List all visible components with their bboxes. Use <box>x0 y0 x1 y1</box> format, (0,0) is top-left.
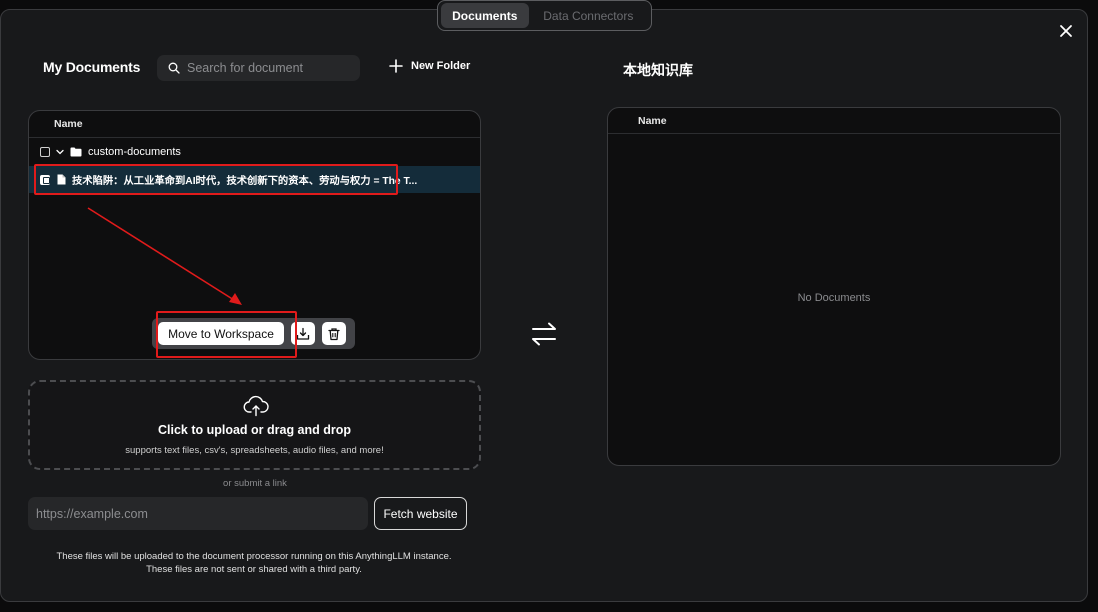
link-url-input[interactable] <box>28 497 368 530</box>
search-box[interactable] <box>157 55 360 81</box>
workspace-title: 本地知识库 <box>623 62 693 78</box>
move-to-workspace-button[interactable]: Move to Workspace <box>158 322 284 345</box>
upload-subtitle: supports text files, csv's, spreadsheets… <box>125 445 384 456</box>
workspace-documents-panel: Name No Documents <box>607 107 1061 466</box>
file-name: 技术陷阱：从工业革命到AI时代，技术创新下的资本、劳动与权力 = The T..… <box>72 176 418 187</box>
tab-data-connectors[interactable]: Data Connectors <box>529 3 648 28</box>
upload-title: Click to upload or drag and drop <box>157 423 352 437</box>
my-documents-title: My Documents <box>43 59 141 75</box>
selection-action-bar: Move to Workspace <box>152 318 355 349</box>
close-icon[interactable] <box>1056 21 1076 41</box>
new-folder-label: New Folder <box>411 60 471 72</box>
folder-icon <box>70 147 82 156</box>
name-column-header: Name <box>29 111 480 138</box>
new-folder-button[interactable]: New Folder <box>389 59 470 73</box>
tab-documents[interactable]: Documents <box>441 3 529 28</box>
file-checkbox[interactable] <box>40 174 50 185</box>
chevron-down-icon[interactable] <box>55 147 65 157</box>
download-button[interactable] <box>291 322 315 345</box>
file-row[interactable]: 技术陷阱：从工业革命到AI时代，技术创新下的资本、劳动与权力 = The T..… <box>29 166 480 193</box>
plus-icon <box>389 59 403 73</box>
delete-button[interactable] <box>322 322 346 345</box>
folder-row[interactable]: custom-documents <box>29 138 480 165</box>
privacy-notice: These files will be uploaded to the docu… <box>0 550 508 576</box>
trash-icon <box>328 327 340 340</box>
folder-checkbox[interactable] <box>40 146 50 157</box>
fetch-website-button[interactable]: Fetch website <box>374 497 467 530</box>
cloud-upload-icon <box>243 395 269 417</box>
no-documents-text: No Documents <box>797 292 871 304</box>
workspace-name-column-header: Name <box>608 108 1060 134</box>
download-icon <box>296 327 310 340</box>
search-input[interactable] <box>187 61 347 75</box>
folder-name: custom-documents <box>88 145 181 158</box>
tab-bar: Documents Data Connectors <box>437 0 652 31</box>
swap-arrows-icon <box>532 322 556 346</box>
privacy-notice-line-2: These files are not sent or shared with … <box>146 564 362 575</box>
privacy-notice-line-1: These files will be uploaded to the docu… <box>56 551 452 562</box>
or-submit-link-text: or submit a link <box>223 478 287 489</box>
upload-dropzone[interactable]: Click to upload or drag and drop support… <box>28 380 481 470</box>
search-icon <box>168 62 180 74</box>
file-icon <box>57 174 66 185</box>
